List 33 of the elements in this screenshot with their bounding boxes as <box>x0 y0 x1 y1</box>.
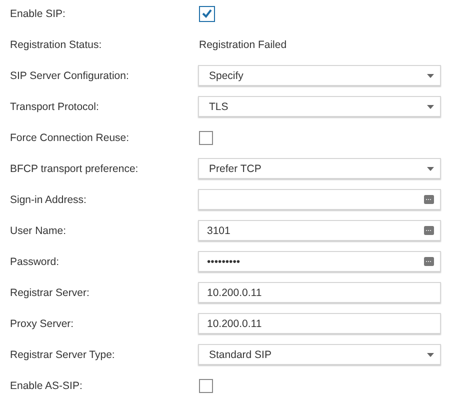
field-label: Registrar Server: <box>10 286 90 298</box>
input-field[interactable]: 3101 <box>198 220 441 241</box>
input-field[interactable]: 10.200.0.11 <box>198 282 441 303</box>
status-text: Registration Failed <box>199 38 287 50</box>
field-label: Transport Protocol: <box>10 100 100 112</box>
field-label: Password: <box>10 256 60 268</box>
checkbox[interactable] <box>199 378 213 392</box>
dropdown[interactable]: Specify <box>198 65 441 86</box>
keyboard-icon <box>424 257 434 266</box>
dropdown[interactable]: TLS <box>198 96 441 117</box>
keyboard-icon <box>424 226 434 235</box>
field-label: BFCP transport preference: <box>10 162 140 174</box>
caret-icon <box>427 166 434 170</box>
caret-icon <box>427 74 434 78</box>
dropdown[interactable]: Standard SIP <box>198 344 441 365</box>
field-label: Registrar Server Type: <box>10 348 116 360</box>
field-label: Sign-in Address: <box>10 194 88 206</box>
field-label: Force Connection Reuse: <box>10 132 130 144</box>
field-label: Proxy Server: <box>10 318 75 330</box>
input-field[interactable]: ••••••••• <box>198 251 441 272</box>
dropdown[interactable]: Prefer TCP <box>198 158 441 179</box>
input-field[interactable]: 10.200.0.11 <box>198 313 441 334</box>
checkbox[interactable] <box>199 6 215 22</box>
input-field[interactable] <box>198 189 441 210</box>
keyboard-icon <box>424 195 434 204</box>
field-label: User Name: <box>10 224 68 236</box>
field-label: SIP Server Configuration: <box>10 70 130 82</box>
field-label: Registration Status: <box>10 38 103 50</box>
checkbox[interactable] <box>199 130 213 144</box>
field-label: Enable AS-SIP: <box>10 380 84 392</box>
field-label: Enable SIP: <box>10 8 66 20</box>
caret-icon <box>427 104 434 108</box>
caret-icon <box>427 352 434 356</box>
